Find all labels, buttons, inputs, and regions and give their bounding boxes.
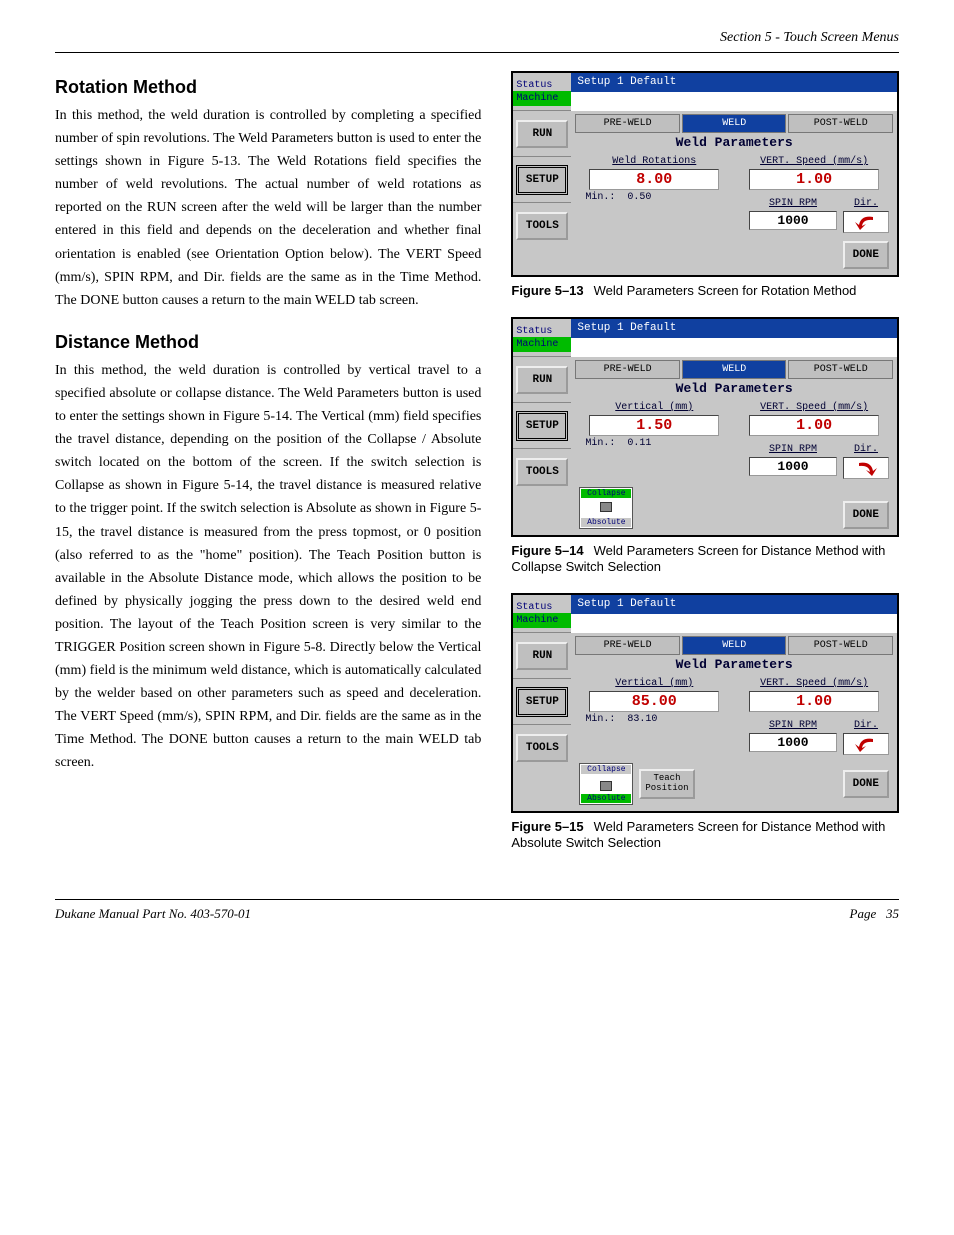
spin-rpm-value[interactable]: 1000 bbox=[749, 733, 837, 752]
tab-weld[interactable]: WELD bbox=[682, 636, 787, 655]
min-label: Min.: bbox=[585, 714, 615, 725]
text-column: Rotation Method In this method, the weld… bbox=[55, 71, 481, 869]
spin-rpm-value[interactable]: 1000 bbox=[749, 211, 837, 230]
run-button[interactable]: RUN bbox=[516, 642, 568, 670]
title-bar: Setup 1 Default bbox=[571, 595, 897, 614]
vertical-mm-label: Vertical (mm) bbox=[579, 402, 729, 413]
curved-arrow-icon bbox=[853, 459, 879, 477]
tab-pre-weld[interactable]: PRE-WELD bbox=[575, 114, 680, 133]
machine-label: Machine bbox=[513, 337, 571, 352]
dir-button[interactable] bbox=[843, 211, 889, 233]
screen-fig-5-13: Status Machine RUN SETUP TOOLS Setup 1 D… bbox=[511, 71, 899, 277]
header-rule bbox=[55, 52, 899, 53]
tab-pre-weld[interactable]: PRE-WELD bbox=[575, 360, 680, 379]
min-value: 0.50 bbox=[627, 192, 651, 203]
tools-button[interactable]: TOOLS bbox=[516, 734, 568, 762]
tab-pre-weld[interactable]: PRE-WELD bbox=[575, 636, 680, 655]
done-button[interactable]: DONE bbox=[843, 241, 889, 269]
footer-left: Dukane Manual Part No. 403-570-01 bbox=[55, 906, 251, 922]
caption-5-13: Figure 5–13Weld Parameters Screen for Ro… bbox=[511, 283, 899, 299]
curved-arrow-icon bbox=[853, 213, 879, 231]
heading-distance-method: Distance Method bbox=[55, 332, 481, 353]
tab-weld[interactable]: WELD bbox=[682, 360, 787, 379]
white-bar bbox=[571, 614, 897, 633]
spin-rpm-label: SPIN RPM bbox=[749, 720, 837, 731]
min-label: Min.: bbox=[585, 438, 615, 449]
setup-button[interactable]: SETUP bbox=[516, 165, 568, 195]
min-value: 83.10 bbox=[627, 714, 657, 725]
footer-right: Page 35 bbox=[850, 906, 899, 922]
min-label: Min.: bbox=[585, 192, 615, 203]
vert-speed-value[interactable]: 1.00 bbox=[749, 415, 879, 436]
white-bar bbox=[571, 338, 897, 357]
weld-parameters-title: Weld Parameters bbox=[571, 133, 897, 152]
vertical-mm-label: Vertical (mm) bbox=[579, 678, 729, 689]
switch-absolute-label: Absolute bbox=[581, 794, 631, 803]
tools-button[interactable]: TOOLS bbox=[516, 458, 568, 486]
paragraph-rotation: In this method, the weld duration is con… bbox=[55, 104, 481, 312]
run-button[interactable]: RUN bbox=[516, 120, 568, 148]
vert-speed-label: VERT. Speed (mm/s) bbox=[739, 156, 889, 167]
title-bar: Setup 1 Default bbox=[571, 73, 897, 92]
switch-knob-icon bbox=[600, 781, 612, 791]
collapse-absolute-switch[interactable]: Collapse Absolute bbox=[579, 487, 633, 529]
tab-post-weld[interactable]: POST-WELD bbox=[788, 636, 893, 655]
machine-label: Machine bbox=[513, 613, 571, 628]
caption-5-14: Figure 5–14Weld Parameters Screen for Di… bbox=[511, 543, 899, 575]
tab-post-weld[interactable]: POST-WELD bbox=[788, 114, 893, 133]
paragraph-distance: In this method, the weld duration is con… bbox=[55, 359, 481, 775]
title-bar: Setup 1 Default bbox=[571, 319, 897, 338]
spin-rpm-value[interactable]: 1000 bbox=[749, 457, 837, 476]
setup-button[interactable]: SETUP bbox=[516, 687, 568, 717]
vert-speed-value[interactable]: 1.00 bbox=[749, 691, 879, 712]
dir-button[interactable] bbox=[843, 733, 889, 755]
teach-position-button[interactable]: TeachPosition bbox=[639, 769, 694, 799]
heading-rotation-method: Rotation Method bbox=[55, 77, 481, 98]
vertical-mm-value[interactable]: 1.50 bbox=[589, 415, 719, 436]
spin-rpm-label: SPIN RPM bbox=[749, 198, 837, 209]
vertical-mm-value[interactable]: 85.00 bbox=[589, 691, 719, 712]
weld-parameters-title: Weld Parameters bbox=[571, 379, 897, 398]
switch-knob-icon bbox=[600, 502, 612, 512]
weld-rotations-value[interactable]: 8.00 bbox=[589, 169, 719, 190]
switch-collapse-label: Collapse bbox=[581, 765, 631, 774]
dir-label: Dir. bbox=[843, 444, 889, 455]
tab-post-weld[interactable]: POST-WELD bbox=[788, 360, 893, 379]
done-button[interactable]: DONE bbox=[843, 770, 889, 798]
weld-parameters-title: Weld Parameters bbox=[571, 655, 897, 674]
done-button[interactable]: DONE bbox=[843, 501, 889, 529]
dir-label: Dir. bbox=[843, 198, 889, 209]
spin-rpm-label: SPIN RPM bbox=[749, 444, 837, 455]
page-footer: Dukane Manual Part No. 403-570-01 Page 3… bbox=[55, 899, 899, 922]
vert-speed-value[interactable]: 1.00 bbox=[749, 169, 879, 190]
white-bar bbox=[571, 92, 897, 111]
collapse-absolute-switch[interactable]: Collapse Absolute bbox=[579, 763, 633, 805]
caption-5-15: Figure 5–15Weld Parameters Screen for Di… bbox=[511, 819, 899, 851]
status-label: Status bbox=[513, 326, 571, 337]
status-label: Status bbox=[513, 602, 571, 613]
status-label: Status bbox=[513, 80, 571, 91]
header-section: Section 5 - Touch Screen Menus bbox=[55, 30, 899, 52]
tools-button[interactable]: TOOLS bbox=[516, 212, 568, 240]
vert-speed-label: VERT. Speed (mm/s) bbox=[739, 402, 889, 413]
curved-arrow-icon bbox=[853, 735, 879, 753]
run-button[interactable]: RUN bbox=[516, 366, 568, 394]
vert-speed-label: VERT. Speed (mm/s) bbox=[739, 678, 889, 689]
setup-button[interactable]: SETUP bbox=[516, 411, 568, 441]
screen-fig-5-15: Status Machine RUN SETUP TOOLS Setup 1 D… bbox=[511, 593, 899, 813]
screen-fig-5-14: Status Machine RUN SETUP TOOLS Setup 1 D… bbox=[511, 317, 899, 537]
dir-button[interactable] bbox=[843, 457, 889, 479]
tab-weld[interactable]: WELD bbox=[682, 114, 787, 133]
switch-collapse-label: Collapse bbox=[581, 489, 631, 498]
switch-absolute-label: Absolute bbox=[581, 518, 631, 527]
figures-column: Status Machine RUN SETUP TOOLS Setup 1 D… bbox=[511, 71, 899, 869]
dir-label: Dir. bbox=[843, 720, 889, 731]
weld-rotations-label: Weld Rotations bbox=[579, 156, 729, 167]
min-value: 0.11 bbox=[627, 438, 651, 449]
machine-label: Machine bbox=[513, 91, 571, 106]
